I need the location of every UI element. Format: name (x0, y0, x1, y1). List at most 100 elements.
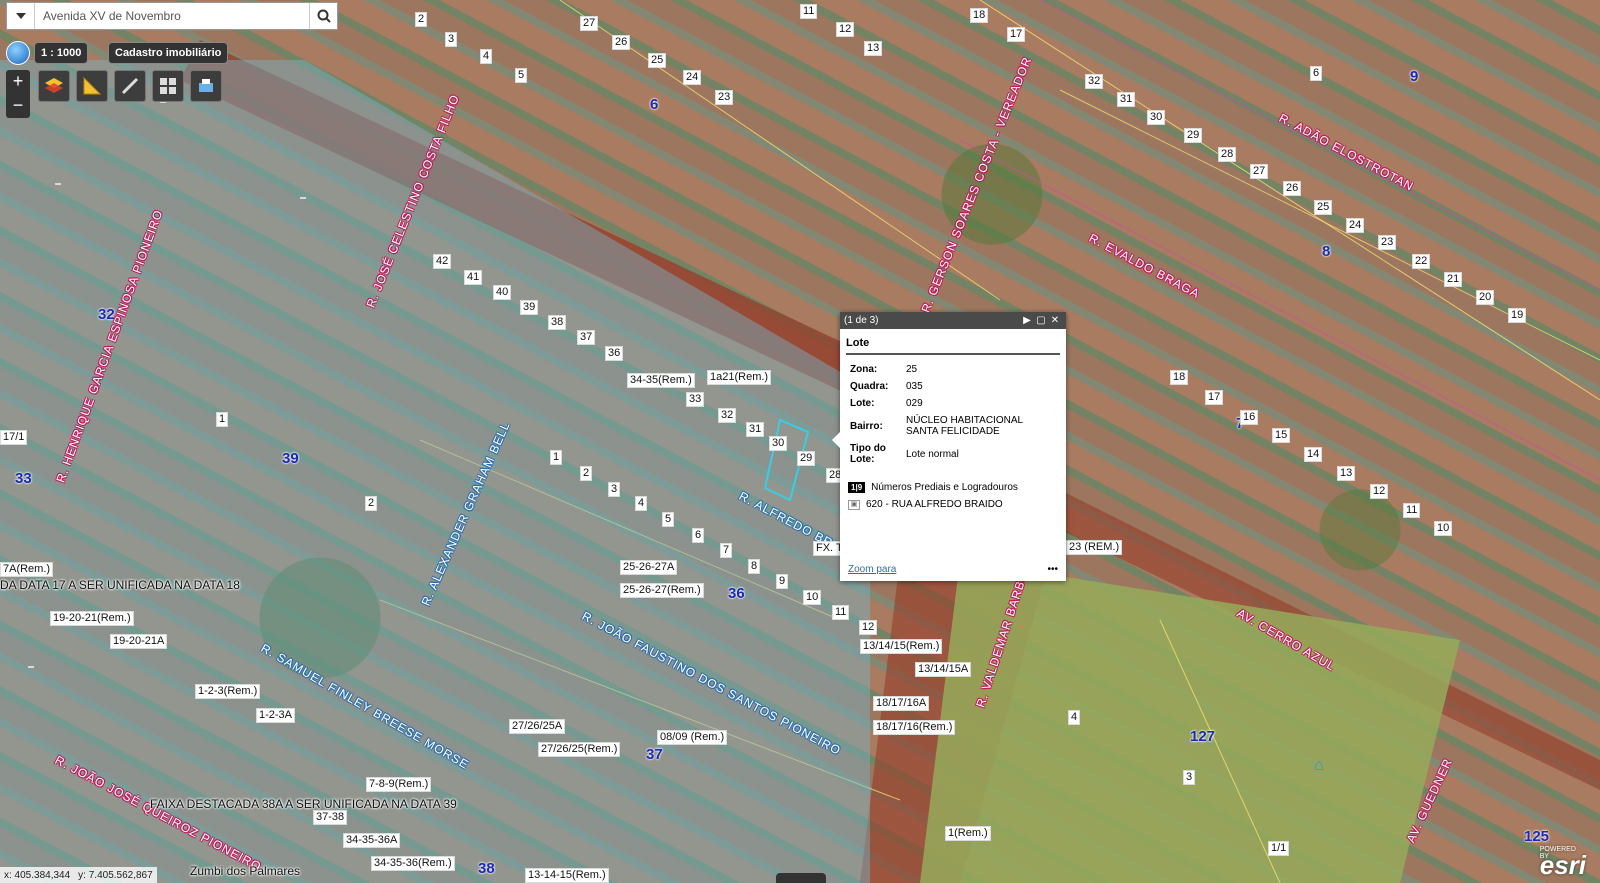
quadra-label: 125 (1524, 828, 1550, 845)
layers-button[interactable] (38, 70, 70, 102)
lot-label: 12 (836, 22, 855, 37)
popup-pointer (832, 432, 840, 448)
attribute-key: Lote: (850, 398, 875, 409)
lot-label: 13/14/15(Rem.) (860, 639, 943, 654)
map-canvas[interactable]: 6 9 8 32 39 7 33 36 127 37 38 125 R. JOS… (0, 0, 1600, 883)
lot-label: 1 (216, 412, 229, 427)
lot-label: 31 (1117, 92, 1136, 107)
popup-title: Lote (846, 337, 1060, 355)
quadra-label: 9 (1410, 68, 1419, 85)
y-coordinate: y: 7.405.562,867 (78, 869, 153, 881)
basemap-grid-icon (160, 78, 176, 94)
related-record-item[interactable]: ▣ 620 - RUA ALFREDO BRAIDO (848, 499, 1058, 510)
popup-page-counter: (1 de 3) (844, 315, 879, 326)
attribute-key: Tipo do Lote: (850, 443, 886, 465)
layers-icon (45, 78, 63, 93)
attribute-value: 029 (906, 398, 923, 409)
maximize-icon[interactable]: ▢ (1034, 315, 1048, 326)
related-record-label: 620 - RUA ALFREDO BRAIDO (866, 499, 1003, 510)
lot-label: 6 (692, 528, 705, 543)
lot-label: 22 (1412, 254, 1431, 269)
lot-label: 5 (515, 68, 528, 83)
basemap-button[interactable] (152, 70, 184, 102)
lot-label: 26 (612, 35, 631, 50)
quadra-label: 6 (650, 96, 659, 113)
quadra-label: 38 (478, 860, 495, 877)
attribute-row: Quadra: 035 (846, 378, 1060, 395)
search-source-dropdown[interactable] (7, 3, 35, 29)
draw-icon (121, 77, 139, 95)
lot-label: 37-38 (313, 810, 348, 825)
lot-label: 08/09 (Rem.) (657, 730, 728, 745)
lot-label: 27/26/25(Rem.) (538, 742, 621, 757)
record-icon: ▣ (848, 499, 860, 510)
attribute-key: Quadra: (850, 381, 889, 392)
lot-label: 39 (520, 300, 539, 315)
lot-label: 27 (580, 16, 599, 31)
lot-label: 7A(Rem.) (0, 562, 54, 577)
zoom-control: + − (6, 70, 30, 118)
lot-label: 15 (1272, 428, 1291, 443)
attribute-key: Bairro: (850, 420, 883, 432)
close-icon[interactable]: ✕ (1048, 315, 1062, 326)
lot-label (55, 183, 61, 185)
print-button[interactable] (190, 70, 222, 102)
lot-label: 2 (580, 466, 593, 481)
layer-selector[interactable]: Cadastro imobiliário (108, 42, 229, 64)
lot-label: 28 (1218, 147, 1237, 162)
lot-label: 29 (1184, 128, 1203, 143)
lot-label: 18/17/16A (873, 696, 930, 711)
related-table-title: Números Prediais e Logradouros (871, 482, 1018, 493)
lot-label: 23 (715, 90, 734, 105)
scale-selector[interactable]: 1 : 1000 (34, 42, 89, 64)
related-table-header[interactable]: 1|9 Números Prediais e Logradouros (848, 482, 1058, 493)
quadra-label: 8 (1322, 243, 1331, 260)
attribute-row: Tipo do Lote: Lote normal (846, 440, 1060, 468)
zoom-to-link[interactable]: Zoom para (848, 564, 896, 575)
feature-popup: (1 de 3) ▶ ▢ ✕ Lote Zona: 25 Quadra: 035… (832, 312, 1066, 581)
lot-label: 23 (REM.) (1066, 540, 1123, 555)
lot-label: 27 (1250, 164, 1269, 179)
home-marker-icon[interactable]: ⌂ (1314, 758, 1330, 774)
lot-label: 4 (480, 49, 493, 64)
lot-label: 25 (1314, 200, 1333, 215)
attribute-value: 035 (906, 381, 923, 392)
lot-label: 25 (648, 53, 667, 68)
lot-label: 27/26/25A (509, 719, 566, 734)
lot-label: 2 (365, 496, 378, 511)
lot-label: 8 (748, 559, 761, 574)
powered-by-label: POWERED BY (1539, 846, 1576, 860)
lot-label: 30 (769, 436, 788, 451)
more-actions-icon[interactable]: ••• (1047, 564, 1058, 575)
lot-label: 5 (662, 512, 675, 527)
lot-label: 13-14-15(Rem.) (525, 868, 609, 883)
lot-label: 1(Rem.) (945, 826, 991, 841)
next-feature-icon[interactable]: ▶ (1020, 315, 1034, 326)
lot-label: 17 (1205, 390, 1224, 405)
lot-label: 10 (803, 590, 822, 605)
globe-icon[interactable] (6, 41, 30, 65)
search-input[interactable] (35, 3, 309, 29)
draw-button[interactable] (114, 70, 146, 102)
search-button[interactable] (309, 3, 337, 29)
related-records: 1|9 Números Prediais e Logradouros ▣ 620… (848, 482, 1058, 510)
zoom-out-button[interactable]: − (6, 94, 30, 118)
panel-toggle-handle[interactable] (776, 873, 826, 883)
popup-footer: Zoom para ••• (848, 564, 1058, 575)
lot-label: 32 (1085, 74, 1104, 89)
lot-label: 25-26-27A (620, 560, 678, 575)
measure-button[interactable] (76, 70, 108, 102)
lot-label: 19-20-21A (110, 634, 168, 649)
lot-label: 34-35-36(Rem.) (371, 856, 455, 871)
lot-label: 1/1 (1268, 841, 1290, 856)
lot-label: 26 (1283, 181, 1302, 196)
lot-label: 6 (1310, 66, 1323, 81)
measure-icon (83, 76, 102, 95)
popup-header: (1 de 3) ▶ ▢ ✕ (840, 312, 1066, 329)
lot-label: 21 (1444, 272, 1463, 287)
attribute-row: Bairro: NÚCLEO HABITACIONAL SANTA FELICI… (846, 412, 1060, 440)
lot-label: 32 (718, 408, 737, 423)
lot-label: 20 (1476, 290, 1495, 305)
lot-label: 19-20-21(Rem.) (50, 611, 134, 626)
zoom-in-button[interactable]: + (6, 70, 30, 94)
